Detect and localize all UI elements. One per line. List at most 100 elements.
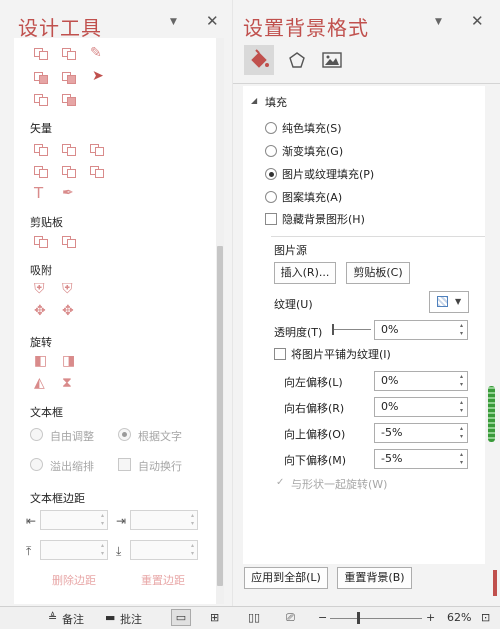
comments-button[interactable]: 批注	[120, 611, 142, 627]
shape-subtract-icon[interactable]	[62, 164, 76, 178]
close-icon[interactable]: ✕	[471, 12, 484, 30]
rotate-with-shape-label: 与形状一起旋转(W)	[291, 478, 388, 491]
send-backward-icon[interactable]	[62, 92, 76, 106]
delete-margin-link[interactable]: 删除边距	[52, 572, 96, 588]
tile-as-texture-label[interactable]: 将图片平铺为纹理(I)	[291, 346, 391, 362]
close-icon[interactable]: ✕	[206, 12, 219, 30]
reading-view-icon[interactable]: ▯▯	[248, 611, 260, 624]
offset-right-input[interactable]: 0%	[374, 397, 468, 417]
transparency-slider[interactable]	[333, 329, 371, 330]
magic-wand-icon[interactable]: ✎	[90, 46, 102, 60]
picture-tab[interactable]	[317, 45, 347, 75]
margin-right-input[interactable]	[130, 510, 198, 530]
gradient-fill-radio[interactable]	[265, 145, 277, 157]
paint-bucket-icon	[251, 49, 269, 68]
bring-forward-icon[interactable]	[34, 92, 48, 106]
collapse-triangle-icon[interactable]: ◢	[251, 96, 257, 105]
margin-left-input[interactable]	[40, 510, 108, 530]
design-tools-pane: 设计工具 ▼ ✕ ✎ ➤ 矢量 T ✒ 剪贴板 吸附 ⛨ ⛨ ✥ ✥ 旋转 ◧	[0, 0, 232, 606]
pane-options-chevron-icon[interactable]: ▼	[435, 17, 442, 27]
picture-texture-fill-label[interactable]: 图片或纹理填充(P)	[282, 166, 374, 182]
gradient-fill-label[interactable]: 渐变填充(G)	[282, 143, 343, 159]
hide-bg-graphics-label[interactable]: 隐藏背景图形(H)	[282, 211, 365, 227]
rotate-with-shape-checkmark-icon[interactable]: ✓	[276, 477, 284, 488]
tile-as-texture-checkbox[interactable]	[274, 348, 286, 360]
hide-bg-graphics-checkbox[interactable]	[265, 213, 277, 225]
right-scrollbar-thumb[interactable]	[488, 386, 495, 442]
align-icon[interactable]	[34, 46, 48, 60]
distribute-icon[interactable]	[62, 46, 76, 60]
flip-vertical-icon[interactable]: ⧗	[62, 376, 72, 390]
tab-divider	[233, 83, 500, 84]
reset-margin-link[interactable]: 重置边距	[141, 572, 185, 588]
pattern-fill-label[interactable]: 图案填充(A)	[282, 189, 342, 205]
text-to-shape-icon[interactable]: T	[34, 186, 43, 201]
apply-to-all-button[interactable]: 应用到全部(L)	[244, 567, 328, 589]
group-icon[interactable]	[34, 70, 48, 84]
section-clipboard: 剪贴板	[30, 216, 63, 229]
insert-button[interactable]: 插入(R)...	[274, 262, 336, 284]
pattern-fill-radio[interactable]	[265, 191, 277, 203]
zoom-level[interactable]: 62%	[447, 611, 471, 624]
section-vector: 矢量	[30, 122, 52, 135]
shape-fragment-icon[interactable]	[90, 142, 104, 156]
right-scrollbar[interactable]	[487, 86, 497, 564]
shape-split-icon[interactable]	[90, 164, 104, 178]
section-snap: 吸附	[30, 264, 52, 277]
solid-fill-label[interactable]: 纯色填充(S)	[282, 120, 342, 136]
pentagon-icon	[289, 52, 305, 68]
ungroup-icon[interactable]	[62, 70, 76, 84]
shape-union-icon[interactable]	[34, 142, 48, 156]
zoom-out-button[interactable]: −	[318, 611, 327, 624]
pane-resize-handle[interactable]	[493, 570, 497, 596]
flip-horizontal-icon[interactable]: ◭	[34, 376, 45, 390]
snap-to-grid-icon[interactable]: ⛨	[34, 282, 45, 296]
snap-right-icon[interactable]: ✥	[62, 304, 74, 318]
clipboard-button[interactable]: 剪贴板(C)	[346, 262, 410, 284]
fill-tab[interactable]	[244, 45, 274, 75]
shape-intersect-icon[interactable]	[34, 164, 48, 178]
picture-texture-fill-radio[interactable]	[265, 168, 277, 180]
fill-options-panel: ◢ 填充 纯色填充(S) 渐变填充(G) 图片或纹理填充(P) 图案填充(A) …	[243, 86, 485, 564]
offset-top-input[interactable]: -5%	[374, 423, 468, 443]
left-scrollbar-thumb[interactable]	[217, 246, 223, 586]
section-fill[interactable]: 填充	[265, 94, 287, 110]
margin-bottom-input[interactable]	[130, 540, 198, 560]
reset-background-button[interactable]: 重置背景(B)	[337, 567, 412, 589]
zoom-in-button[interactable]: +	[426, 611, 435, 624]
auto-wrap-checkbox[interactable]	[118, 458, 131, 471]
select-cursor-icon[interactable]: ➤	[92, 69, 104, 83]
transparency-slider-thumb[interactable]	[332, 324, 334, 335]
auto-adjust-radio[interactable]	[30, 428, 43, 441]
solid-fill-radio[interactable]	[265, 122, 277, 134]
snap-to-shape-icon[interactable]: ⛨	[62, 282, 73, 296]
zoom-slider[interactable]	[330, 618, 422, 619]
zoom-slider-thumb[interactable]	[357, 612, 360, 624]
texture-picker[interactable]: ▼	[429, 291, 469, 313]
shape-combine-icon[interactable]	[62, 142, 76, 156]
rotate-right-icon[interactable]: ◨	[62, 354, 75, 368]
effects-tab[interactable]	[282, 45, 312, 75]
status-bar: ≜ 备注 ▬ 批注 ▭ ⊞ ▯▯ ⎚ − + 62% ⊡	[0, 606, 500, 629]
offset-left-input[interactable]: 0%	[374, 371, 468, 391]
rotate-left-icon[interactable]: ◧	[34, 354, 47, 368]
copy-icon[interactable]	[34, 234, 48, 248]
fit-to-window-icon[interactable]: ⊡	[481, 611, 490, 624]
offset-bottom-input[interactable]: -5%	[374, 449, 468, 469]
margin-left-icon: ⇤	[26, 514, 37, 528]
pen-icon[interactable]: ✒	[62, 186, 74, 200]
fit-text-label: 根据文字	[138, 430, 182, 443]
snap-left-icon[interactable]: ✥	[34, 304, 46, 318]
margin-top-input[interactable]	[40, 540, 108, 560]
comments-icon: ▬	[105, 611, 116, 624]
notes-button[interactable]: 备注	[62, 611, 84, 627]
slideshow-icon[interactable]: ⎚	[286, 611, 295, 625]
fit-text-radio[interactable]	[118, 428, 131, 441]
normal-view-icon[interactable]: ▭	[171, 609, 191, 626]
paste-icon[interactable]	[62, 234, 76, 248]
transparency-input[interactable]: 0%	[374, 320, 468, 340]
left-scrollbar[interactable]	[216, 38, 224, 604]
slide-sorter-icon[interactable]: ⊞	[210, 611, 219, 624]
overflow-shrink-radio[interactable]	[30, 458, 43, 471]
pane-options-chevron-icon[interactable]: ▼	[170, 17, 177, 27]
